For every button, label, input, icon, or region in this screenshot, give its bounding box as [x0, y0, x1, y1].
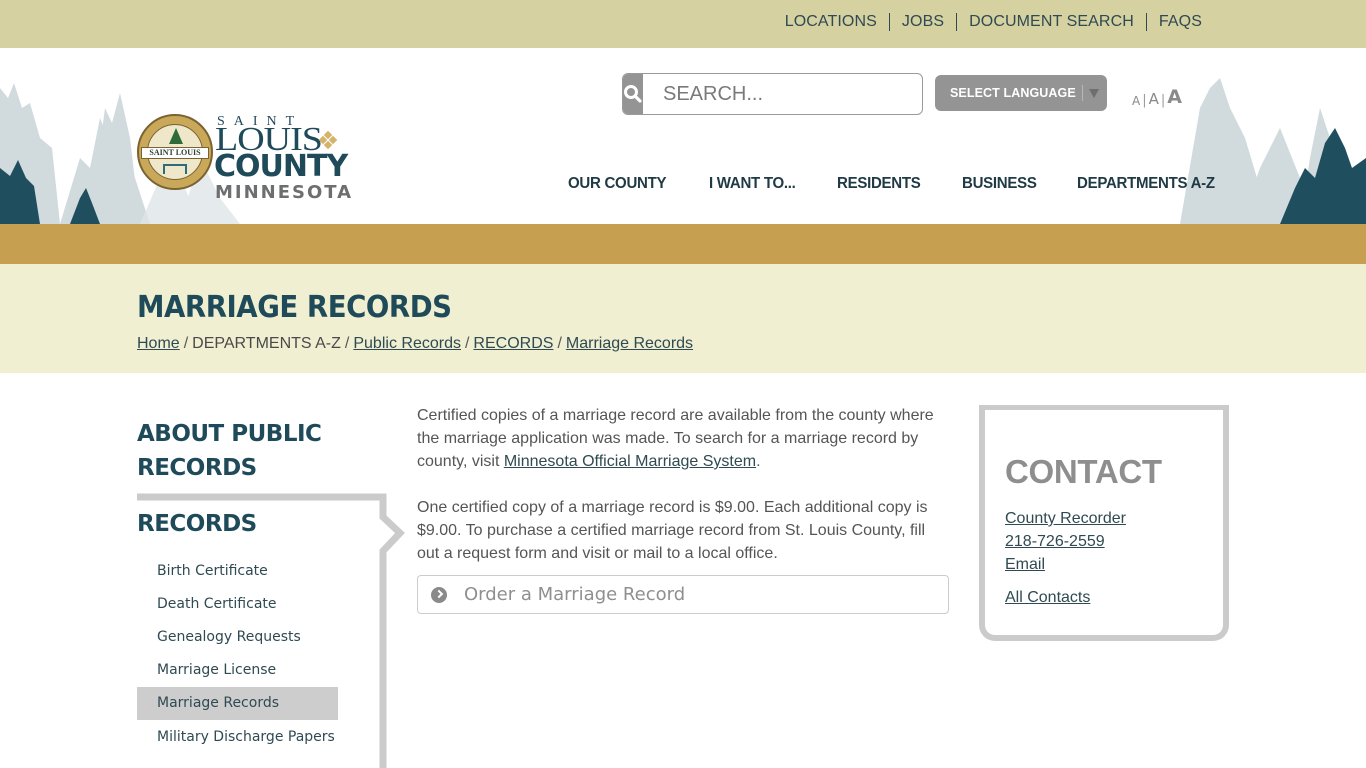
divider: [1081, 85, 1083, 101]
gold-band: [0, 224, 1366, 264]
order-button-label: Order a Marriage Record: [464, 584, 686, 605]
main-content: Certified copies of a marriage record ar…: [417, 404, 949, 588]
logo-minnesota: MINNESOTA: [215, 182, 354, 203]
nav-business[interactable]: BUSINESS: [962, 175, 1037, 193]
sidebar-item-marriage-records[interactable]: Marriage Records: [137, 687, 338, 720]
font-size-large-button[interactable]: A: [1167, 86, 1182, 108]
minnesota-marriage-system-link[interactable]: Minnesota Official Marriage System: [504, 453, 756, 470]
bridge-icon: [163, 164, 187, 174]
breadcrumb-home[interactable]: Home: [137, 335, 180, 352]
utility-link-locations[interactable]: LOCATIONS: [785, 13, 877, 31]
divider: [1145, 13, 1147, 31]
font-size-controls: A | A | A: [1132, 86, 1182, 108]
diamond-icon: [318, 130, 338, 150]
page-title-area: MARRIAGE RECORDS Home / DEPARTMENTS A-Z / Pu…: [0, 264, 1366, 373]
font-size-small-button[interactable]: A: [1132, 94, 1140, 108]
divider: |: [1160, 93, 1166, 108]
breadcrumb-separator: /: [344, 335, 350, 352]
sidebar-item-military-discharge-papers[interactable]: Military Discharge Papers: [137, 720, 338, 755]
search-button[interactable]: [623, 74, 643, 114]
contact-title: CONTACT: [1005, 453, 1162, 490]
utility-nav: LOCATIONS JOBS DOCUMENT SEARCH FAQS: [785, 13, 1202, 31]
sidebar-nav: ABOUT PUBLIC RECORDS RECORDS Birth Certi…: [137, 405, 407, 768]
chevron-circle-right-icon: [431, 586, 447, 603]
nav-our-county[interactable]: OUR COUNTY: [568, 175, 667, 193]
font-size-medium-button[interactable]: A: [1149, 90, 1159, 108]
contact-county-recorder-link[interactable]: County Recorder: [1005, 507, 1126, 530]
breadcrumb: Home / DEPARTMENTS A-Z / Public Records / RECO…: [137, 335, 693, 353]
utility-bar: LOCATIONS JOBS DOCUMENT SEARCH FAQS: [0, 0, 1366, 48]
paragraph-text: .: [756, 453, 761, 470]
page-title: MARRIAGE RECORDS: [137, 290, 452, 325]
breadcrumb-departments: DEPARTMENTS A-Z: [192, 335, 341, 352]
divider: [956, 13, 958, 31]
caret-down-icon: [1088, 88, 1099, 98]
nav-residents[interactable]: RESIDENTS: [837, 175, 921, 193]
logo-county: COUNTY: [214, 149, 348, 184]
content-paragraph: One certified copy of a marriage record …: [417, 499, 928, 562]
sidebar-item-genealogy-requests[interactable]: Genealogy Requests: [137, 621, 338, 654]
seal-text: SAINT LOUIS: [141, 147, 209, 159]
sidebar-list: Birth Certificate Death Certificate Gene…: [137, 555, 338, 755]
all-contacts-link[interactable]: All Contacts: [1005, 586, 1126, 609]
breadcrumb-separator: /: [183, 335, 189, 352]
search-input[interactable]: [643, 74, 922, 114]
county-logo[interactable]: SAINT LOUIS SAINT LOUIS COUNTY MINNESOTA: [137, 114, 357, 206]
breadcrumb-separator: /: [557, 335, 562, 352]
utility-link-faqs[interactable]: FAQS: [1159, 13, 1202, 31]
divider: |: [1142, 93, 1147, 108]
main-nav: OUR COUNTY I WANT TO... RESIDENTS BUSINE…: [568, 175, 1224, 193]
utility-link-document-search[interactable]: DOCUMENT SEARCH: [969, 13, 1134, 31]
breadcrumb-marriage-records[interactable]: Marriage Records: [566, 335, 693, 352]
contact-links: County Recorder 218-726-2559 Email All C…: [1005, 507, 1126, 609]
select-language-dropdown[interactable]: SELECT LANGUAGE: [935, 75, 1107, 111]
breadcrumb-separator: /: [464, 335, 470, 352]
county-seal: SAINT LOUIS: [137, 114, 213, 190]
sidebar-item-birth-certificate[interactable]: Birth Certificate: [137, 555, 338, 588]
contact-phone-link[interactable]: 218-726-2559: [1005, 530, 1126, 553]
contact-box: CONTACT County Recorder 218-726-2559 Ema…: [979, 405, 1229, 641]
sidebar-parent-link[interactable]: ABOUT PUBLIC RECORDS: [137, 417, 377, 485]
sidebar-item-death-certificate[interactable]: Death Certificate: [137, 588, 338, 621]
sidebar-section-heading: RECORDS: [137, 511, 257, 537]
divider: [888, 13, 890, 31]
breadcrumb-records[interactable]: RECORDS: [473, 335, 553, 352]
tree-icon: [169, 128, 183, 144]
nav-i-want-to[interactable]: I WANT TO...: [709, 175, 796, 193]
site-header: SAINT LOUIS SAINT LOUIS COUNTY MINNESOTA…: [0, 48, 1366, 224]
sidebar-item-marriage-license[interactable]: Marriage License: [137, 654, 338, 687]
search-icon: [624, 85, 642, 103]
utility-link-jobs[interactable]: JOBS: [902, 13, 944, 31]
order-marriage-record-button[interactable]: Order a Marriage Record: [417, 575, 949, 614]
nav-departments-a-z[interactable]: DEPARTMENTS A-Z: [1077, 175, 1215, 193]
contact-email-link[interactable]: Email: [1005, 553, 1126, 576]
search-box: [622, 73, 923, 115]
select-language-label: SELECT LANGUAGE: [950, 86, 1076, 100]
breadcrumb-public-records[interactable]: Public Records: [353, 335, 461, 352]
content-paragraph: Certified copies of a marriage record ar…: [417, 404, 949, 473]
